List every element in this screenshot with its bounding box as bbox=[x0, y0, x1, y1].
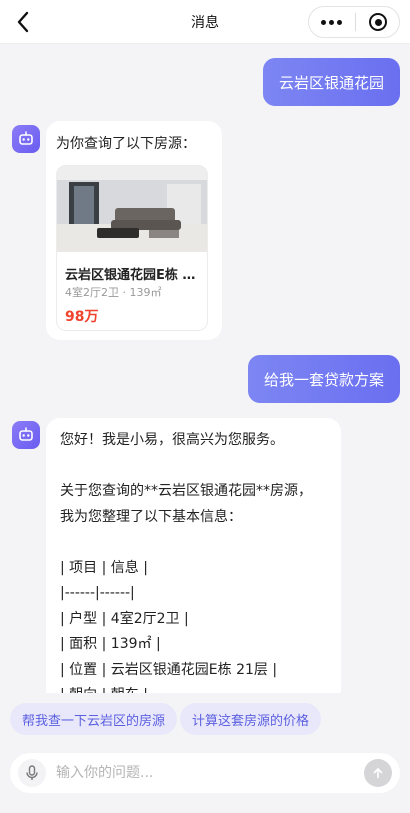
question-input[interactable] bbox=[56, 753, 356, 793]
bot-avatar bbox=[12, 421, 40, 449]
reply-line: | 位置 | 云岩区银通花园E栋 21层 | bbox=[60, 661, 278, 678]
reply-line: | 项目 | 信息 | bbox=[60, 559, 148, 576]
bot-message: 为你查询了以下房源： 云岩区银通花园E栋 1... 4室2厅2卫 · 139㎡ … bbox=[46, 121, 222, 340]
back-button[interactable] bbox=[10, 8, 36, 36]
voice-button[interactable] bbox=[18, 759, 46, 787]
arrow-up-icon bbox=[373, 768, 383, 779]
bot-avatar bbox=[12, 125, 40, 153]
bot-reply-text: 您好！我是小易，很高兴为您服务。 关于您查询的**云岩区银通花园**房源， 我为… bbox=[60, 428, 312, 693]
chat-area[interactable]: 云岩区银通花园 为你查询了以下房源： 云岩区银通花园E栋 1... 4室2厅2卫… bbox=[0, 45, 410, 693]
reply-line: |------|------| bbox=[60, 585, 135, 601]
top-bar: 消息 bbox=[0, 0, 410, 44]
reply-line: 关于您查询的**云岩区银通花园**房源， bbox=[60, 483, 312, 499]
reply-line: | 朝向 | 朝东 | bbox=[60, 683, 312, 693]
listing-specs: 4室2厅2卫 · 139㎡ bbox=[65, 286, 162, 299]
target-icon[interactable] bbox=[369, 13, 387, 31]
send-button[interactable] bbox=[364, 759, 392, 787]
reply-line: 您好！我是小易，很高兴为您服务。 bbox=[60, 432, 284, 448]
quick-reply-chip[interactable]: 帮我查一下云岩区的房源 bbox=[10, 703, 178, 735]
page-title: 消息 bbox=[191, 14, 219, 31]
reply-line: | 户型 | 4室2厅2卫 | bbox=[60, 610, 189, 627]
bot-intro-text: 为你查询了以下房源： bbox=[56, 136, 196, 152]
input-area bbox=[0, 743, 410, 813]
user-message: 给我一套贷款方案 bbox=[247, 355, 400, 403]
quick-reply-chip[interactable]: 计算这套房源的价格 bbox=[180, 703, 322, 735]
user-message-text: 云岩区银通花园 bbox=[278, 73, 384, 92]
listing-title: 云岩区银通花园E栋 1... bbox=[65, 268, 203, 283]
reply-line: | 面积 | 139㎡ | bbox=[60, 636, 161, 652]
chevron-left-icon bbox=[17, 11, 29, 33]
reply-line bbox=[60, 530, 312, 556]
more-dots-icon[interactable] bbox=[321, 19, 342, 25]
robot-icon bbox=[19, 427, 33, 441]
user-message-text: 给我一套贷款方案 bbox=[263, 370, 384, 389]
input-bar bbox=[10, 753, 400, 793]
listing-price: 98万 bbox=[65, 309, 99, 325]
reply-line bbox=[60, 454, 312, 480]
menu-capsule bbox=[308, 6, 400, 38]
listing-photo bbox=[57, 166, 207, 252]
quick-replies: 帮我查一下云岩区的房源 计算这套房源的价格 bbox=[0, 697, 410, 741]
microphone-icon bbox=[26, 765, 38, 780]
user-message: 云岩区银通花园 bbox=[262, 58, 400, 106]
reply-line: 我为您整理了以下基本信息： bbox=[60, 508, 242, 525]
bot-message: 您好！我是小易，很高兴为您服务。 关于您查询的**云岩区银通花园**房源， 我为… bbox=[46, 418, 341, 693]
listing-card[interactable]: 云岩区银通花园E栋 1... 4室2厅2卫 · 139㎡ 98万 bbox=[56, 165, 208, 331]
capsule-divider bbox=[355, 13, 356, 31]
robot-icon bbox=[19, 131, 33, 145]
